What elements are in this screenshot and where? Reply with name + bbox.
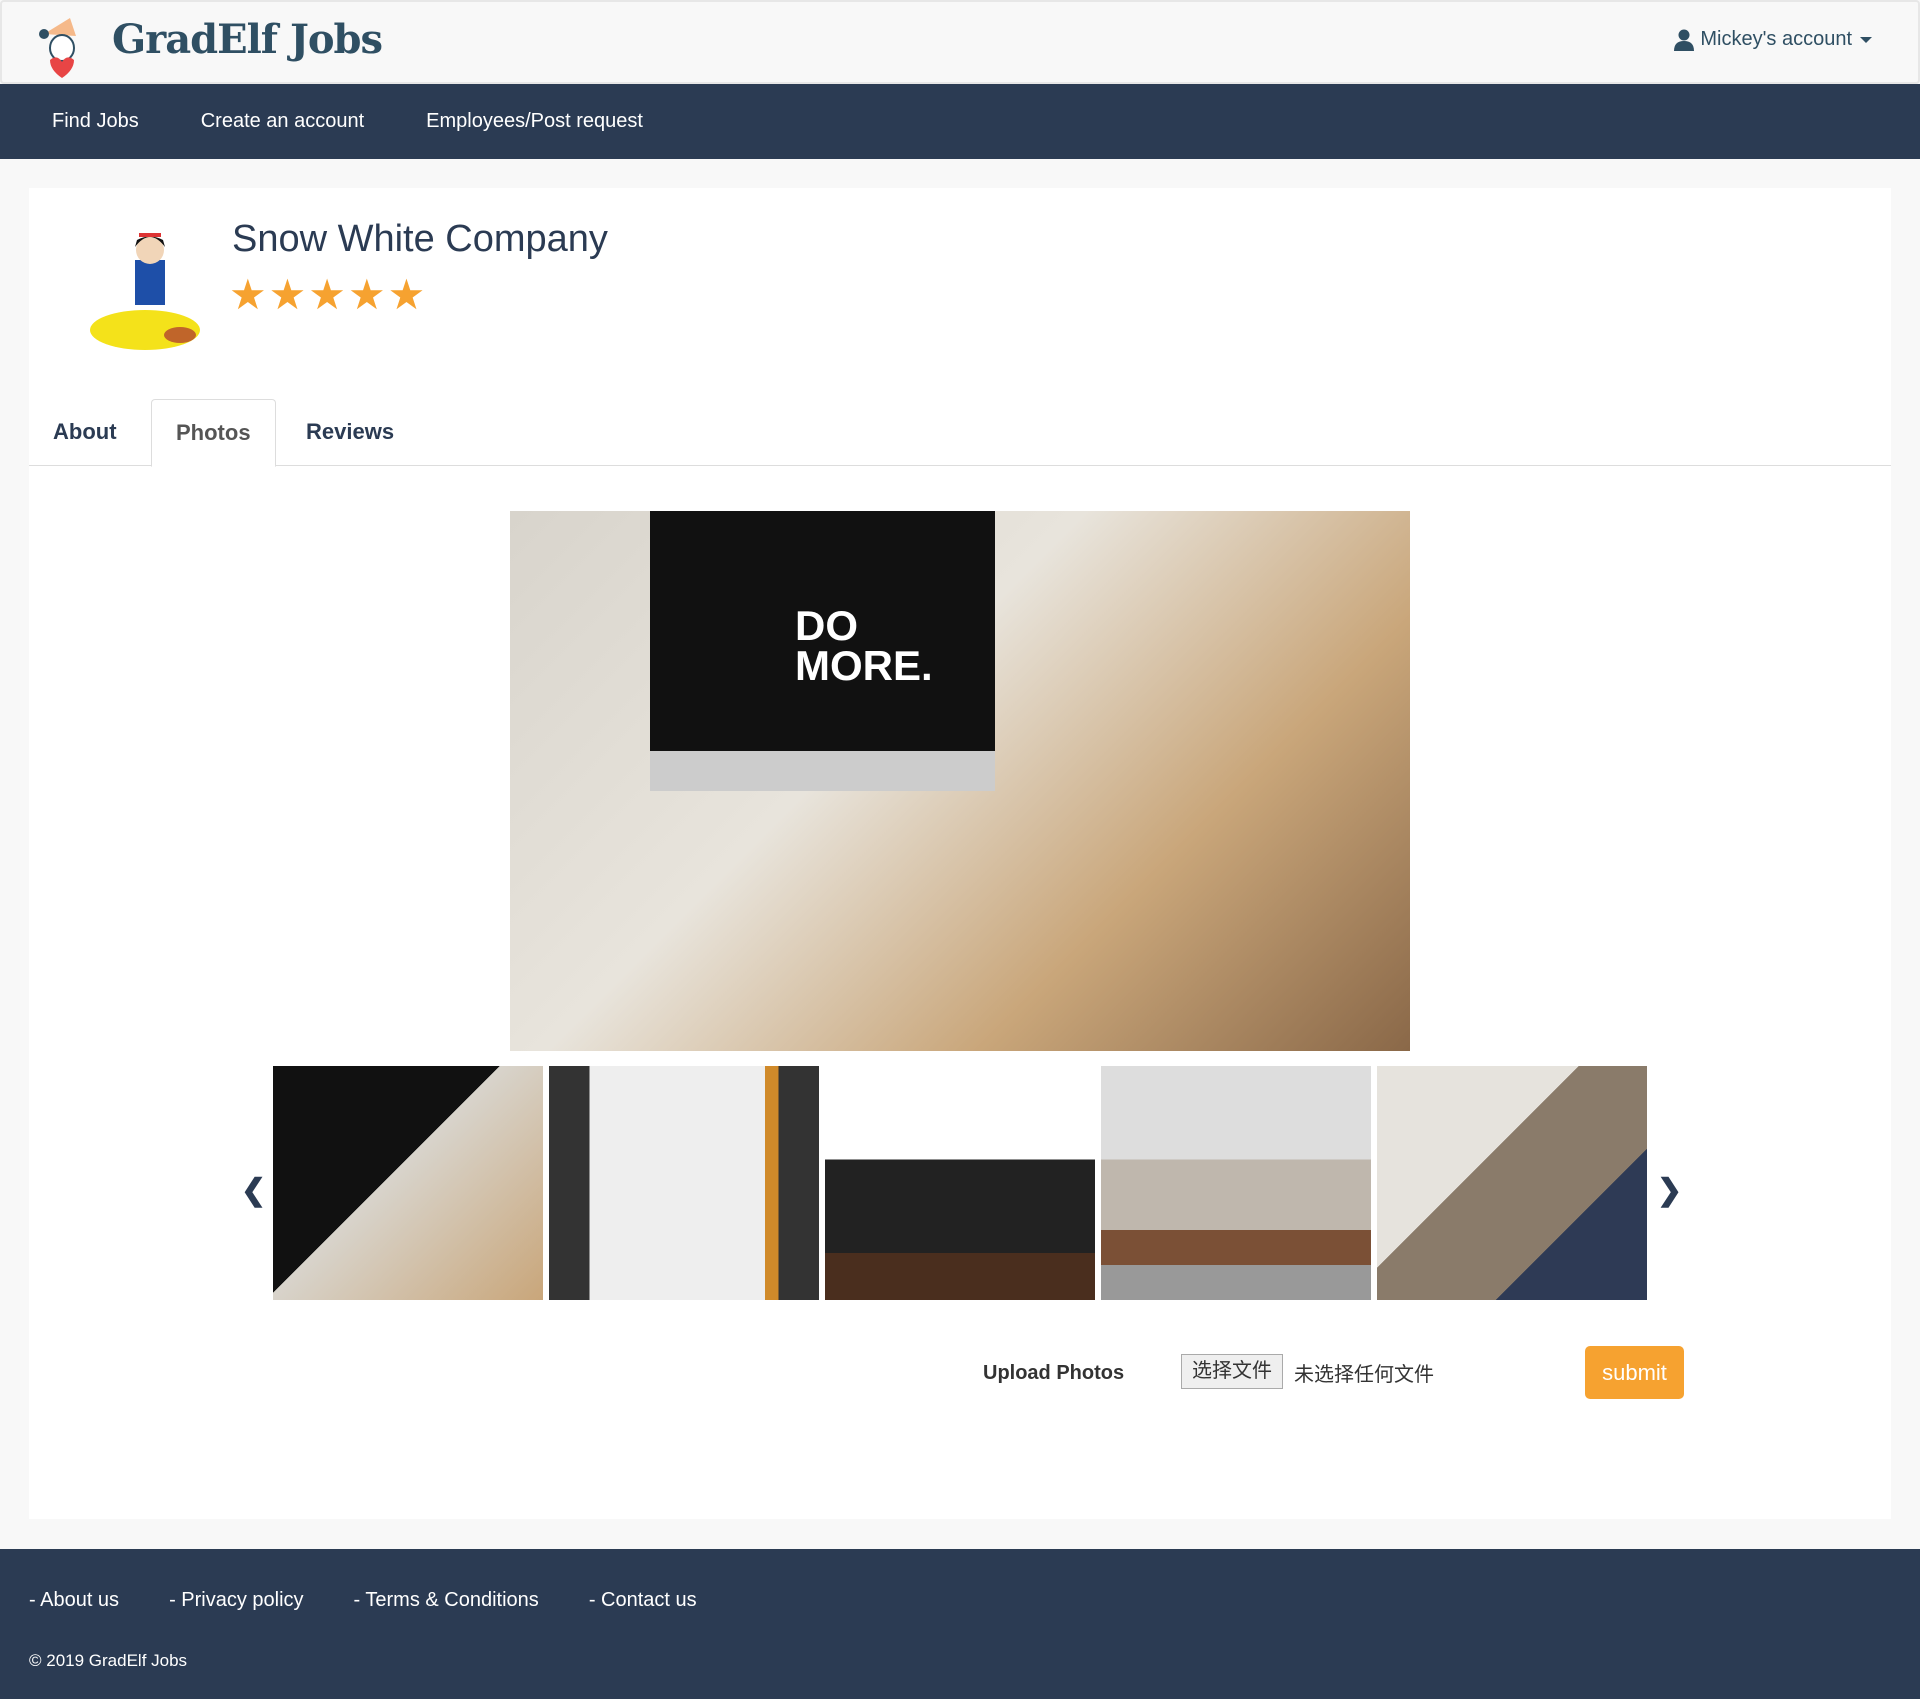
choose-file-button[interactable]: 选择文件 xyxy=(1181,1354,1283,1389)
thumbnail[interactable] xyxy=(273,1066,543,1300)
elf-logo-icon xyxy=(39,18,76,78)
footer-privacy-policy[interactable]: - Privacy policy xyxy=(169,1589,303,1612)
header: GradElf Jobs Mickey's account xyxy=(0,0,1920,84)
copyright: © 2019 GradElf Jobs xyxy=(29,1651,188,1670)
company-panel: Snow White Company ★★★★★ About Photos Re… xyxy=(29,188,1891,1519)
nav-employees-post-request[interactable]: Employees/Post request xyxy=(426,110,643,133)
footer-about-us[interactable]: - About us xyxy=(29,1589,119,1612)
footer-contact-us[interactable]: - Contact us xyxy=(589,1589,697,1612)
thumbnail[interactable] xyxy=(825,1066,1095,1300)
account-label: Mickey's account xyxy=(1700,28,1852,50)
thumbnail[interactable] xyxy=(1101,1066,1371,1300)
company-logo xyxy=(90,233,200,350)
thumbnail-strip xyxy=(273,1066,1647,1300)
main-photo: DO MORE. xyxy=(510,511,1410,1051)
tab-reviews[interactable]: Reviews xyxy=(282,399,418,466)
upload-photos-label: Upload Photos xyxy=(983,1362,1125,1384)
photo-text: DO MORE. xyxy=(795,602,933,689)
chevron-right-icon[interactable]: ❯ xyxy=(1657,1173,1682,1208)
file-status: 未选择任何文件 xyxy=(1294,1364,1434,1386)
thumbnail[interactable] xyxy=(1377,1066,1647,1300)
company-name: Snow White Company xyxy=(232,218,608,260)
user-icon xyxy=(1674,29,1695,51)
nav-find-jobs[interactable]: Find Jobs xyxy=(52,110,139,133)
footer-terms[interactable]: - Terms & Conditions xyxy=(354,1589,539,1612)
main-nav: Find Jobs Create an account Employees/Po… xyxy=(0,84,1920,159)
tab-about[interactable]: About xyxy=(29,399,141,466)
brand-title[interactable]: GradElf Jobs xyxy=(112,16,383,63)
submit-button[interactable]: submit xyxy=(1585,1346,1684,1399)
chevron-left-icon[interactable]: ❮ xyxy=(241,1173,266,1208)
footer: - About us - Privacy policy - Terms & Co… xyxy=(0,1549,1920,1699)
nav-create-account[interactable]: Create an account xyxy=(201,110,364,133)
rating-stars: ★★★★★ xyxy=(229,271,428,318)
account-menu[interactable]: Mickey's account xyxy=(1674,28,1872,51)
tab-photos[interactable]: Photos xyxy=(151,399,276,467)
thumbnail[interactable] xyxy=(549,1066,819,1300)
tab-bar: About Photos Reviews xyxy=(29,399,1891,467)
caret-down-icon xyxy=(1860,36,1872,43)
monitor-image: DO MORE. xyxy=(650,511,995,791)
